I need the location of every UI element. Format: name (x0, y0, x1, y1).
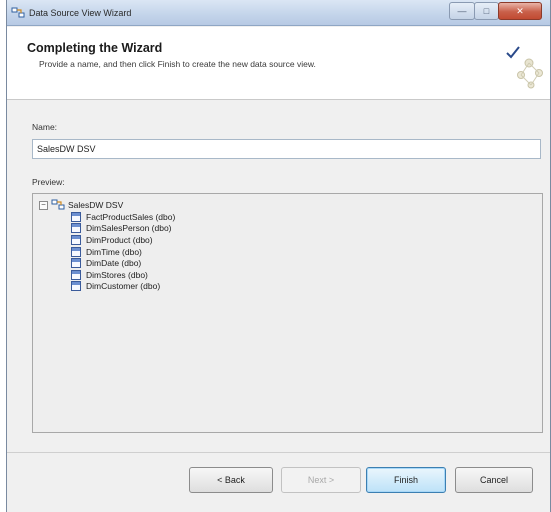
tree-item-label: DimProduct (dbo) (86, 234, 153, 245)
tree-item[interactable]: DimDate (dbo) (71, 257, 175, 269)
window-title: Data Source View Wizard (29, 8, 132, 18)
name-input[interactable] (32, 139, 541, 159)
table-icon (71, 246, 81, 257)
tree-item[interactable]: DimStores (dbo) (71, 269, 175, 281)
data-source-view-icon (11, 7, 25, 18)
minimize-icon: — (457, 6, 467, 16)
wizard-window: Data Source View Wizard — □ ✕ Completing… (6, 0, 551, 512)
collapse-icon[interactable]: − (39, 200, 48, 210)
preview-tree[interactable]: − SalesDW DSV FactProductSales (dbo) Dim… (32, 193, 543, 433)
tree-item[interactable]: FactProductSales (dbo) (71, 211, 175, 223)
table-icon (71, 258, 81, 269)
tree-item[interactable]: DimProduct (dbo) (71, 234, 175, 246)
close-button[interactable]: ✕ (498, 2, 542, 20)
tree-item-label: FactProductSales (dbo) (86, 211, 176, 222)
table-icon (71, 269, 81, 280)
tree-item-label: DimSalesPerson (dbo) (86, 223, 172, 234)
wizard-header: Completing the Wizard Provide a name, an… (7, 27, 550, 100)
maximize-icon: □ (483, 6, 490, 16)
wizard-graphic-icon (506, 46, 543, 89)
data-source-view-icon (51, 199, 65, 210)
preview-label: Preview: (32, 177, 65, 187)
table-icon (71, 281, 81, 292)
tree-children: FactProductSales (dbo) DimSalesPerson (d… (71, 211, 175, 292)
tree-item-label: DimDate (dbo) (86, 258, 142, 269)
name-label: Name: (32, 122, 58, 132)
tree-item-label: DimCustomer (dbo) (86, 281, 161, 292)
table-icon (71, 223, 81, 234)
tree-item[interactable]: DimSalesPerson (dbo) (71, 223, 175, 235)
table-icon (71, 211, 81, 222)
cancel-button[interactable]: Cancel (455, 467, 533, 493)
tree-item[interactable]: DimTime (dbo) (71, 246, 175, 258)
tree-item[interactable]: DimCustomer (dbo) (71, 281, 175, 293)
window-controls: — □ ✕ (449, 2, 542, 20)
wizard-footer: < Back Next > Finish Cancel (7, 452, 550, 512)
minimize-button[interactable]: — (449, 2, 475, 20)
tree-root-label: SalesDW DSV (68, 200, 124, 210)
close-icon: ✕ (516, 5, 524, 16)
page-subtitle: Provide a name, and then click Finish to… (39, 59, 316, 69)
tree-item-label: DimStores (dbo) (86, 269, 148, 280)
tree-root-node[interactable]: − SalesDW DSV (39, 199, 123, 211)
finish-button[interactable]: Finish (366, 467, 446, 493)
page-title: Completing the Wizard (27, 41, 163, 55)
table-icon (71, 234, 81, 245)
next-button[interactable]: Next > (281, 467, 361, 493)
title-bar[interactable]: Data Source View Wizard — □ ✕ (7, 0, 550, 26)
tree-item-label: DimTime (dbo) (86, 246, 142, 257)
back-button[interactable]: < Back (189, 467, 273, 493)
maximize-button[interactable]: □ (474, 2, 499, 20)
